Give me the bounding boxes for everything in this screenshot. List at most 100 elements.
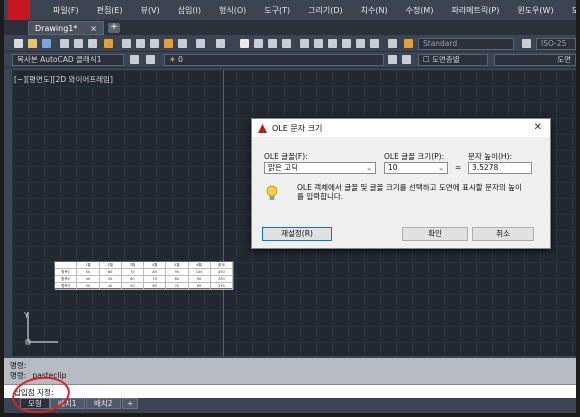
publish-icon[interactable] — [88, 39, 97, 48]
table-cell: 70 — [122, 269, 144, 275]
zoom-previous-icon[interactable] — [282, 39, 291, 48]
menu-modify[interactable]: 수정(M) — [397, 5, 443, 16]
design-center-icon[interactable] — [314, 39, 323, 48]
workspace-value: 복사본 AutoCAD 클래식1 — [17, 55, 102, 64]
undo-icon[interactable] — [196, 39, 205, 48]
ole-size-value: 10 — [388, 163, 398, 172]
new-icon[interactable] — [14, 39, 23, 48]
dialog-title-bar[interactable]: OLE 문자 크기 ✕ — [252, 119, 550, 137]
table-header-cell: 2월 — [100, 262, 122, 268]
tab-layout2[interactable]: 배치2 — [86, 398, 121, 409]
app-logo[interactable] — [8, 0, 30, 20]
ok-button[interactable]: 확인 — [402, 227, 468, 241]
table-header-cell: 4월 — [144, 262, 167, 268]
help-icon[interactable] — [388, 39, 397, 48]
table-header-cell: 3월 — [122, 262, 144, 268]
close-icon[interactable]: ✕ — [534, 122, 542, 133]
properties-icon[interactable] — [300, 39, 309, 48]
zoom-window-icon[interactable] — [268, 39, 277, 48]
text-style-select[interactable]: Standard — [418, 38, 514, 50]
table-cell: 330 — [211, 283, 233, 289]
color-value: 도면층별 — [432, 55, 460, 64]
dim-style-select[interactable]: ISO-25 — [536, 38, 576, 50]
match-properties-icon[interactable] — [104, 39, 113, 48]
color-select[interactable]: ☐ 도면층별 — [418, 54, 488, 66]
menu-list: 파일(F) 편집(E) 뷰(V) 삽입(I) 형식(O) 도구(T) 그리기(D… — [44, 0, 576, 20]
autocad-logo-icon — [258, 123, 267, 133]
standard-toolbar: Standard ISO-25 — [4, 36, 576, 52]
menu-view[interactable]: 뷰(V) — [132, 5, 169, 16]
layer-value: 0 — [178, 55, 183, 64]
linetype-select[interactable]: 도면 — [494, 54, 576, 66]
table-cell: 40 — [77, 276, 100, 282]
menu-draw[interactable]: 그리기(D) — [299, 5, 351, 16]
block-icon[interactable] — [178, 39, 187, 48]
save-icon[interactable] — [42, 39, 51, 48]
viewport-controls[interactable]: [−][평면도][2D 와이어프레임] — [14, 74, 113, 85]
workspace-settings-icon[interactable] — [130, 55, 139, 64]
chevron-down-icon: ⌄ — [366, 164, 372, 172]
pan-icon[interactable] — [240, 39, 249, 48]
paste-special-icon[interactable] — [164, 39, 173, 48]
quickcalc-icon[interactable] — [370, 39, 379, 48]
paste-icon[interactable] — [150, 39, 159, 48]
redo-icon[interactable] — [216, 39, 225, 48]
layer-previous-icon[interactable] — [402, 55, 411, 64]
markup-icon[interactable] — [356, 39, 365, 48]
table-cell: 390 — [211, 276, 233, 282]
layer-properties-icon[interactable] — [146, 55, 155, 64]
y-axis-line — [223, 70, 224, 356]
workspace-select[interactable]: 복사본 AutoCAD 클래식1 — [12, 54, 124, 66]
menu-edit[interactable]: 편집(E) — [88, 5, 132, 16]
color-swatch-icon: ☐ — [423, 55, 433, 64]
cut-icon[interactable] — [122, 39, 131, 48]
open-icon[interactable] — [28, 39, 37, 48]
document-tab[interactable]: Drawing1* × — [28, 21, 104, 35]
table-cell: 60 — [144, 283, 167, 289]
command-input[interactable]: 삽입점 지정: — [4, 384, 576, 398]
table-cell: 60 — [100, 269, 122, 275]
text-height-input[interactable]: 3.5278 — [468, 162, 532, 174]
add-layout-button[interactable]: + — [122, 398, 139, 409]
menu-help[interactable]: 도움말(H) — [563, 5, 576, 16]
make-current-layer-icon[interactable] — [388, 55, 397, 64]
autocad-window: 파일(F) 편집(E) 뷰(V) 삽입(I) 형식(O) 도구(T) 그리기(D… — [0, 0, 580, 417]
new-tab-button[interactable]: + — [108, 23, 120, 33]
copy-icon[interactable] — [136, 39, 145, 48]
ole-font-label: OLE 글꼴(F): — [264, 152, 308, 161]
preview-icon[interactable] — [74, 39, 83, 48]
sheet-set-icon[interactable] — [342, 39, 351, 48]
tool-palettes-icon[interactable] — [328, 39, 337, 48]
table-row: 항목2 40 50 60 70 80 90 390 — [55, 276, 233, 283]
pasted-ole-table[interactable]: 1월 2월 3월 4월 5월 6월 합계 항목1 50 60 70 80 90 … — [54, 261, 234, 290]
table-cell: 60 — [122, 276, 144, 282]
print-icon[interactable] — [60, 39, 69, 48]
layer-select[interactable]: ☀ 0 — [164, 54, 384, 66]
ole-font-select[interactable]: 맑은 고딕 ⌄ — [264, 162, 376, 174]
dim-style-value: ISO-25 — [541, 39, 567, 48]
menu-tools[interactable]: 도구(T) — [255, 5, 299, 16]
ole-font-value: 맑은 고딕 — [268, 163, 298, 172]
cancel-button[interactable]: 취소 — [472, 227, 534, 241]
menu-window[interactable]: 윈도우(W) — [508, 5, 562, 16]
table-cell: 100 — [189, 269, 211, 275]
menu-format[interactable]: 형식(O) — [210, 5, 255, 16]
table-header-cell: 1월 — [77, 262, 100, 268]
reset-button[interactable]: 재설정(R) — [262, 227, 332, 241]
ole-size-select[interactable]: 10 ⌄ — [384, 162, 448, 174]
zoom-realtime-icon[interactable] — [254, 39, 263, 48]
menu-parametric[interactable]: 파라메트릭(P) — [442, 5, 508, 16]
table-cell: 항목1 — [55, 269, 78, 275]
menu-file[interactable]: 파일(F) — [44, 5, 88, 16]
table-row: 항목1 50 60 70 80 90 100 450 — [55, 269, 233, 276]
ole-size-label: OLE 글꼴 크기(P): — [384, 152, 445, 161]
table-header-cell: 6월 — [189, 262, 211, 268]
equals-sign: = — [455, 163, 462, 172]
ole-text-size-dialog: OLE 문자 크기 ✕ OLE 글꼴(F): 맑은 고딕 ⌄ OLE 글꼴 크기… — [251, 118, 551, 249]
text-height-label: 문자 높이(H): — [468, 152, 513, 161]
close-icon[interactable]: × — [90, 24, 97, 33]
menu-insert[interactable]: 삽입(I) — [169, 5, 210, 16]
menu-dimension[interactable]: 치수(N) — [352, 5, 397, 16]
lightbulb-icon: ☀ — [169, 55, 179, 64]
table-cell: 70 — [166, 283, 189, 289]
